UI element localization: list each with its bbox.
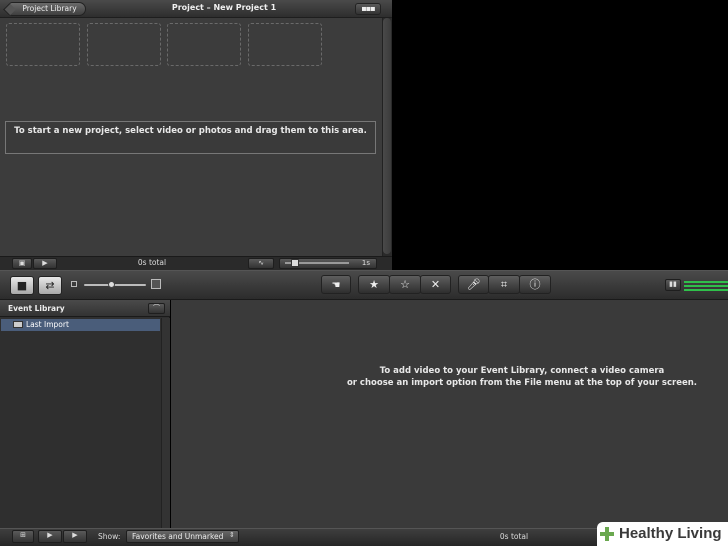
watermark-text: Healthy Living bbox=[619, 525, 722, 542]
project-library-button[interactable]: Project Library bbox=[9, 2, 86, 16]
voiceover-button[interactable]: 🎤︎ bbox=[458, 275, 489, 294]
select-tool-button[interactable]: ☚ bbox=[321, 275, 351, 294]
play-icon: ▶ bbox=[72, 531, 78, 539]
project-clip-placeholder bbox=[87, 23, 161, 66]
project-zoom-thumb[interactable] bbox=[291, 259, 299, 267]
audio-meter bbox=[684, 280, 728, 292]
viewer-pane bbox=[392, 0, 728, 270]
mark-favorite-button[interactable]: ★ bbox=[358, 275, 390, 294]
event-library-title: Event Library bbox=[8, 304, 65, 313]
event-browser-instruction: To add video to your Event Library, conn… bbox=[330, 365, 714, 389]
unmark-button[interactable]: ☆ bbox=[389, 275, 421, 294]
project-drop-area[interactable]: To start a new project, select video or … bbox=[5, 121, 376, 154]
event-item-label: Last Import bbox=[26, 320, 69, 329]
project-title: Project – New Project 1 bbox=[171, 3, 277, 12]
event-total-duration: 0s total bbox=[499, 532, 529, 541]
fullscreen-play-icon: ⊞ bbox=[20, 531, 26, 539]
audio-meter-bar bbox=[684, 281, 728, 283]
audio-waveform-button[interactable]: ∿ bbox=[248, 258, 274, 269]
reject-button[interactable]: ✕ bbox=[420, 275, 451, 294]
waveform-icon: ∿ bbox=[258, 259, 264, 267]
hand-select-icon: ☚ bbox=[331, 280, 341, 291]
duration-label: 1s bbox=[361, 259, 370, 267]
filled-star-icon: ★ bbox=[369, 278, 379, 291]
project-clip-placeholder bbox=[248, 23, 322, 66]
play-selected-button[interactable]: ▶ bbox=[38, 530, 62, 543]
select-arrows-icon: ⇕ bbox=[229, 531, 235, 539]
crop-button[interactable]: ⌗ bbox=[488, 275, 520, 294]
fullscreen-play-icon: ▣ bbox=[18, 259, 26, 267]
project-clip-placeholder bbox=[6, 23, 80, 66]
project-menu-button[interactable]: ▪▪▪ bbox=[355, 3, 381, 15]
audio-meter-toggle[interactable]: ▮▮ bbox=[665, 279, 681, 291]
project-instruction-text: To start a new project, select video or … bbox=[14, 126, 367, 136]
swap-events-projects-button[interactable]: ⇄ bbox=[38, 276, 62, 295]
small-thumb-icon bbox=[71, 281, 77, 287]
event-play-fullscreen-button[interactable]: ⊞ bbox=[12, 530, 34, 543]
empty-star-icon: ☆ bbox=[400, 278, 410, 291]
camera-icon: ■ bbox=[16, 279, 28, 292]
audio-meter-icon: ▮▮ bbox=[669, 280, 677, 288]
event-film-icon bbox=[13, 321, 23, 328]
disclosure-icon: ⌒ bbox=[153, 304, 160, 312]
large-thumb-icon bbox=[151, 279, 161, 289]
show-filter-value: Favorites and Unmarked bbox=[132, 532, 224, 541]
microphone-icon: 🎤︎ bbox=[466, 278, 481, 291]
project-total-duration: 0s total bbox=[137, 258, 167, 267]
play-from-start-button[interactable]: ▶ bbox=[63, 530, 87, 543]
play-icon: ▶ bbox=[47, 531, 53, 539]
project-clip-placeholder bbox=[167, 23, 241, 66]
event-library-sidebar bbox=[0, 300, 170, 528]
event-instruction-line: To add video to your Event Library, conn… bbox=[379, 366, 665, 376]
play-project-button[interactable]: ▶ bbox=[33, 258, 57, 269]
x-icon: ✕ bbox=[430, 278, 441, 291]
event-sidebar-scrollbar[interactable] bbox=[161, 318, 170, 528]
play-icon: ▶ bbox=[42, 259, 48, 267]
camera-import-button[interactable]: ■ bbox=[10, 276, 34, 295]
watermark: Healthy Living bbox=[597, 522, 728, 546]
audio-meter-bar bbox=[684, 289, 728, 291]
inspector-button[interactable]: ⓘ bbox=[519, 275, 551, 294]
show-filter-select[interactable]: Favorites and Unmarked bbox=[126, 530, 239, 543]
play-project-fullscreen-button[interactable]: ▣ bbox=[12, 258, 32, 269]
info-icon: ⓘ bbox=[529, 278, 541, 291]
event-library-toggle-button[interactable]: ⌒ bbox=[148, 303, 165, 314]
event-item-last-import[interactable] bbox=[1, 319, 160, 331]
audio-meter-bar bbox=[684, 285, 728, 287]
show-filter-label: Show: bbox=[98, 532, 121, 541]
swap-icon: ⇄ bbox=[45, 279, 55, 292]
project-scroll-thumb[interactable] bbox=[383, 18, 391, 254]
event-browser bbox=[171, 300, 728, 528]
event-instruction-line: or choose an import option from the File… bbox=[346, 378, 698, 388]
plus-logo-icon bbox=[600, 527, 614, 541]
crop-icon: ⌗ bbox=[500, 278, 508, 291]
